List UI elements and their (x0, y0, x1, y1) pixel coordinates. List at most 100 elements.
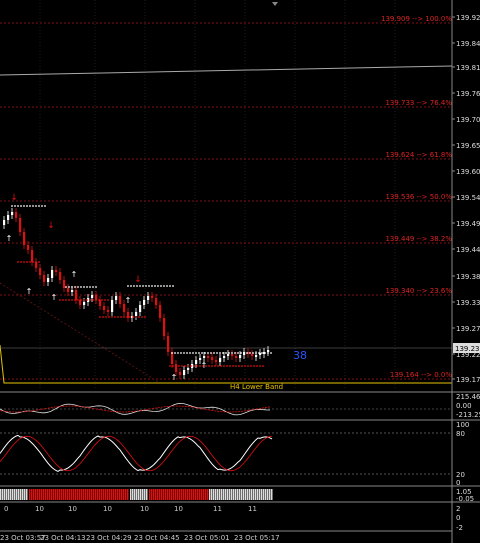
level-dot (148, 285, 150, 287)
level-dot (59, 299, 61, 301)
candle-body (7, 215, 10, 220)
level-dot (250, 365, 252, 367)
buy-arrow-icon: ↑ (171, 373, 178, 382)
strip-bar (16, 489, 18, 500)
strip-bar (24, 489, 26, 500)
price-tick: 139.490 (456, 220, 480, 228)
level-dot (92, 286, 94, 288)
level-dot (129, 316, 131, 318)
strip-bar (136, 489, 138, 500)
level-dot (41, 205, 43, 207)
level-dot (132, 316, 134, 318)
level-dot (172, 285, 174, 287)
strip-bar (73, 489, 75, 500)
sub4-top: 2 (456, 505, 460, 513)
candle-body (119, 296, 122, 304)
strip-bar (197, 489, 199, 500)
strip-bar (151, 489, 153, 500)
svg-text:10: 10 (174, 505, 183, 513)
level-dot (229, 365, 231, 367)
level-dot (20, 205, 22, 207)
candle-body (183, 370, 186, 375)
level-dot (262, 365, 264, 367)
price-tick: 139.920 (456, 14, 480, 22)
candle-body (23, 232, 26, 245)
level-dot (123, 316, 125, 318)
strip-bar (99, 489, 101, 500)
fib-label-0: 139.164 --> 0.0% (390, 371, 452, 379)
level-dot (207, 352, 209, 354)
strip-bar (189, 489, 191, 500)
level-dot (102, 316, 104, 318)
signal-arrows: ↓ ↓ ↓ ↑ ↑ ↑ ↑ ↑ ↑ ↑ (6, 193, 208, 382)
level-dot (160, 285, 162, 287)
level-dot (71, 299, 73, 301)
stoch-0: 0 (456, 479, 460, 487)
candle-body (135, 312, 138, 316)
strip-bar (211, 489, 213, 500)
level-dot (240, 352, 242, 354)
level-dot (127, 285, 129, 287)
level-dot (29, 205, 31, 207)
strip-bar (203, 489, 205, 500)
sell-arrow-icon: ↓ (134, 275, 142, 285)
buy-arrow-icon: ↑ (6, 234, 13, 243)
level-dot (154, 285, 156, 287)
strip-bar (207, 489, 209, 500)
buy-arrow-icon: ↑ (26, 287, 33, 296)
price-tick: 139.170 (456, 376, 480, 384)
strip-bar (267, 489, 269, 500)
candle-body (99, 300, 102, 306)
level-dot (26, 205, 28, 207)
strip-bar (37, 489, 39, 500)
time-axis[interactable]: 23 Oct 03:57 23 Oct 04:13 23 Oct 04:29 2… (0, 534, 280, 542)
candle-body (55, 270, 58, 272)
candle-body (163, 318, 166, 336)
level-dot (92, 299, 94, 301)
level-dot (192, 352, 194, 354)
level-dot (86, 299, 88, 301)
strip-bar (134, 489, 136, 500)
strip-bar (31, 489, 33, 500)
level-dot (214, 365, 216, 367)
strip-bar (263, 489, 265, 500)
fib-label-23: 139.340 --> 23.6% (385, 287, 452, 295)
candle-body (139, 305, 142, 312)
candle-body (147, 296, 150, 300)
level-dot (180, 352, 182, 354)
chart-shift-marker[interactable] (272, 2, 278, 6)
time-label: 23 Oct 04:45 (134, 534, 180, 542)
strip-bar (195, 489, 197, 500)
strip-bar (149, 489, 151, 500)
strip-bar (39, 489, 41, 500)
level-dot (77, 299, 79, 301)
trading-chart[interactable]: 139.909 --> 100.0% 139.733 --> 76.4% 139… (0, 0, 480, 543)
strip-bar (245, 489, 247, 500)
level-dot (169, 285, 171, 287)
trendline[interactable] (0, 65, 453, 76)
strip-bar (10, 489, 12, 500)
strip-bar (33, 489, 35, 500)
candle-body (63, 280, 66, 288)
strip-bar (177, 489, 179, 500)
fib-label-76: 139.733 --> 76.4% (385, 99, 452, 107)
level-dot (83, 299, 85, 301)
price-axis[interactable]: 139.920 139.845 139.815 139.760 139.705 139.6… (452, 14, 480, 384)
time-label: 23 Oct 05:01 (184, 534, 230, 542)
stoch-main-line (0, 434, 273, 472)
level-dot (80, 286, 82, 288)
level-dot (107, 299, 109, 301)
level-dot (71, 286, 73, 288)
level-dot (183, 352, 185, 354)
price-tick: 139.330 (456, 299, 480, 307)
candle-body (111, 300, 114, 312)
band-label: H4 Lower Band (230, 383, 283, 391)
level-dot (216, 352, 218, 354)
strip-bar (2, 489, 4, 500)
level-dot (177, 352, 179, 354)
buy-arrow-icon: ↑ (125, 296, 132, 305)
level-dot (83, 286, 85, 288)
strip-bar (191, 489, 193, 500)
buy-arrow-icon: ↑ (71, 270, 78, 279)
level-dot (130, 285, 132, 287)
